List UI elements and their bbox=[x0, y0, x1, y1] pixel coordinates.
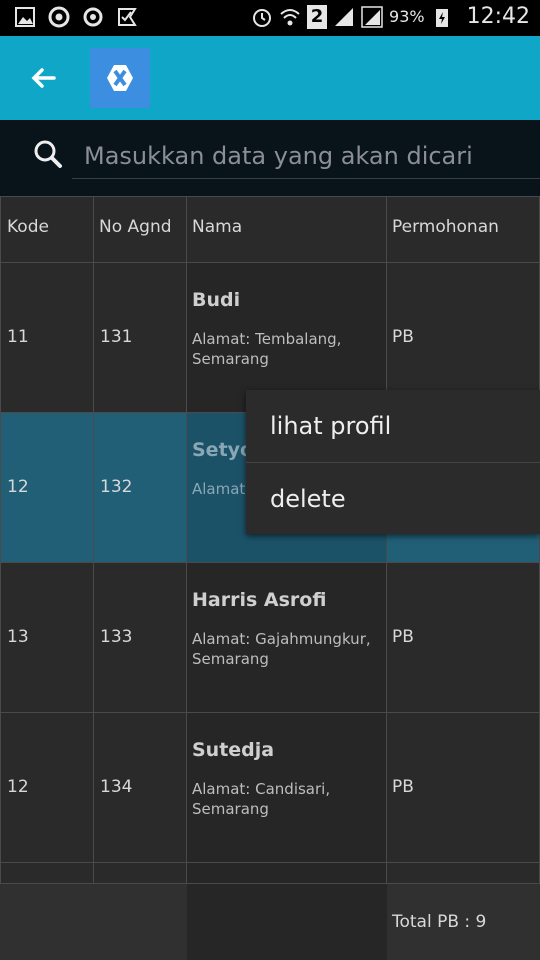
menu-item-delete[interactable]: delete bbox=[246, 463, 540, 535]
back-arrow-icon[interactable] bbox=[26, 60, 62, 96]
table-row[interactable]: 12 bbox=[0, 713, 94, 863]
gallery-icon bbox=[15, 7, 35, 27]
table-footer: Total PB : 9 bbox=[0, 884, 540, 960]
task-check-icon bbox=[118, 8, 137, 26]
system-icons: 2 93% 12:42 bbox=[251, 4, 530, 29]
kode-cell: 13 bbox=[7, 627, 29, 647]
header-label: Kode bbox=[7, 217, 49, 237]
signal-icon-2 bbox=[361, 5, 383, 28]
no-agnd-cell: 134 bbox=[100, 777, 133, 797]
table-cell[interactable]: 134 bbox=[94, 713, 187, 863]
header-label: Nama bbox=[192, 217, 243, 237]
battery-charging-icon bbox=[435, 8, 448, 27]
sim-badge: 2 bbox=[307, 4, 328, 29]
no-agnd-cell: 131 bbox=[100, 327, 133, 347]
menu-item-lihat-profil[interactable]: lihat profil bbox=[246, 390, 540, 462]
table-cell[interactable]: Sutedja Alamat: Candisari, Semarang bbox=[187, 713, 387, 863]
nama-title: Sutedja bbox=[192, 739, 275, 761]
table-cell[interactable]: Harris Asrofi Alamat: Gajahmungkur, Sema… bbox=[187, 563, 387, 713]
data-table: Kode No Agnd Nama Permohonan 11 131 Budi… bbox=[0, 196, 540, 960]
permohonan-cell: PB bbox=[392, 777, 414, 797]
table-cell[interactable]: 133 bbox=[94, 563, 187, 713]
permohonan-cell: PB bbox=[392, 627, 414, 647]
footer-nama-cell bbox=[187, 884, 387, 960]
notification-icons bbox=[14, 6, 138, 28]
nama-title: Budi bbox=[192, 289, 241, 311]
table-row-partial bbox=[0, 863, 94, 884]
nama-title: Setyo bbox=[192, 439, 254, 461]
header-kode: Kode bbox=[0, 196, 94, 263]
sync-icon bbox=[83, 7, 103, 27]
header-no-agnd: No Agnd bbox=[94, 196, 187, 263]
kode-cell: 12 bbox=[7, 777, 29, 797]
alamat-text: Alamat: Tembalang, Semarang bbox=[192, 330, 342, 368]
table-cell[interactable]: PB bbox=[387, 713, 540, 863]
kode-cell: 12 bbox=[7, 477, 29, 497]
header-label: No Agnd bbox=[99, 217, 172, 237]
no-agnd-cell: 132 bbox=[100, 477, 133, 497]
table-cell bbox=[94, 863, 187, 884]
wifi-icon bbox=[280, 8, 300, 25]
clock: 12:42 bbox=[466, 4, 530, 29]
status-bar: 2 93% 12:42 bbox=[0, 0, 540, 36]
table-row-selected[interactable]: 12 bbox=[0, 413, 94, 563]
table-cell bbox=[387, 863, 540, 884]
context-menu: lihat profil delete bbox=[246, 390, 540, 534]
search-bar bbox=[0, 120, 540, 196]
nama-title: Harris Asrofi bbox=[192, 589, 327, 611]
alamat-text: Alamat: Candisari, Semarang bbox=[192, 780, 331, 818]
chrome-icon bbox=[48, 6, 70, 28]
app-logo bbox=[90, 48, 150, 108]
header-permohonan: Permohonan bbox=[387, 196, 540, 263]
signal-icon bbox=[335, 7, 354, 26]
table-cell[interactable]: 132 bbox=[94, 413, 187, 563]
table-row[interactable]: 11 bbox=[0, 263, 94, 413]
table-cell bbox=[187, 863, 387, 884]
alarm-icon bbox=[253, 8, 272, 27]
total-label: Total PB : 9 bbox=[392, 912, 487, 932]
search-icon bbox=[34, 140, 62, 168]
kode-cell: 11 bbox=[7, 327, 29, 347]
table-row[interactable]: 13 bbox=[0, 563, 94, 713]
search-input[interactable] bbox=[72, 134, 540, 179]
xamarin-icon bbox=[107, 65, 133, 91]
header-nama: Nama bbox=[187, 196, 387, 263]
alamat-text: Alamat: Gajahmungkur, Semarang bbox=[192, 630, 371, 668]
no-agnd-cell: 133 bbox=[100, 627, 133, 647]
header-label: Permohonan bbox=[392, 217, 499, 237]
table-cell[interactable]: 131 bbox=[94, 263, 187, 413]
table-cell[interactable]: PB bbox=[387, 563, 540, 713]
battery-percent: 93% bbox=[389, 7, 425, 26]
action-bar bbox=[0, 36, 540, 120]
permohonan-cell: PB bbox=[392, 327, 414, 347]
